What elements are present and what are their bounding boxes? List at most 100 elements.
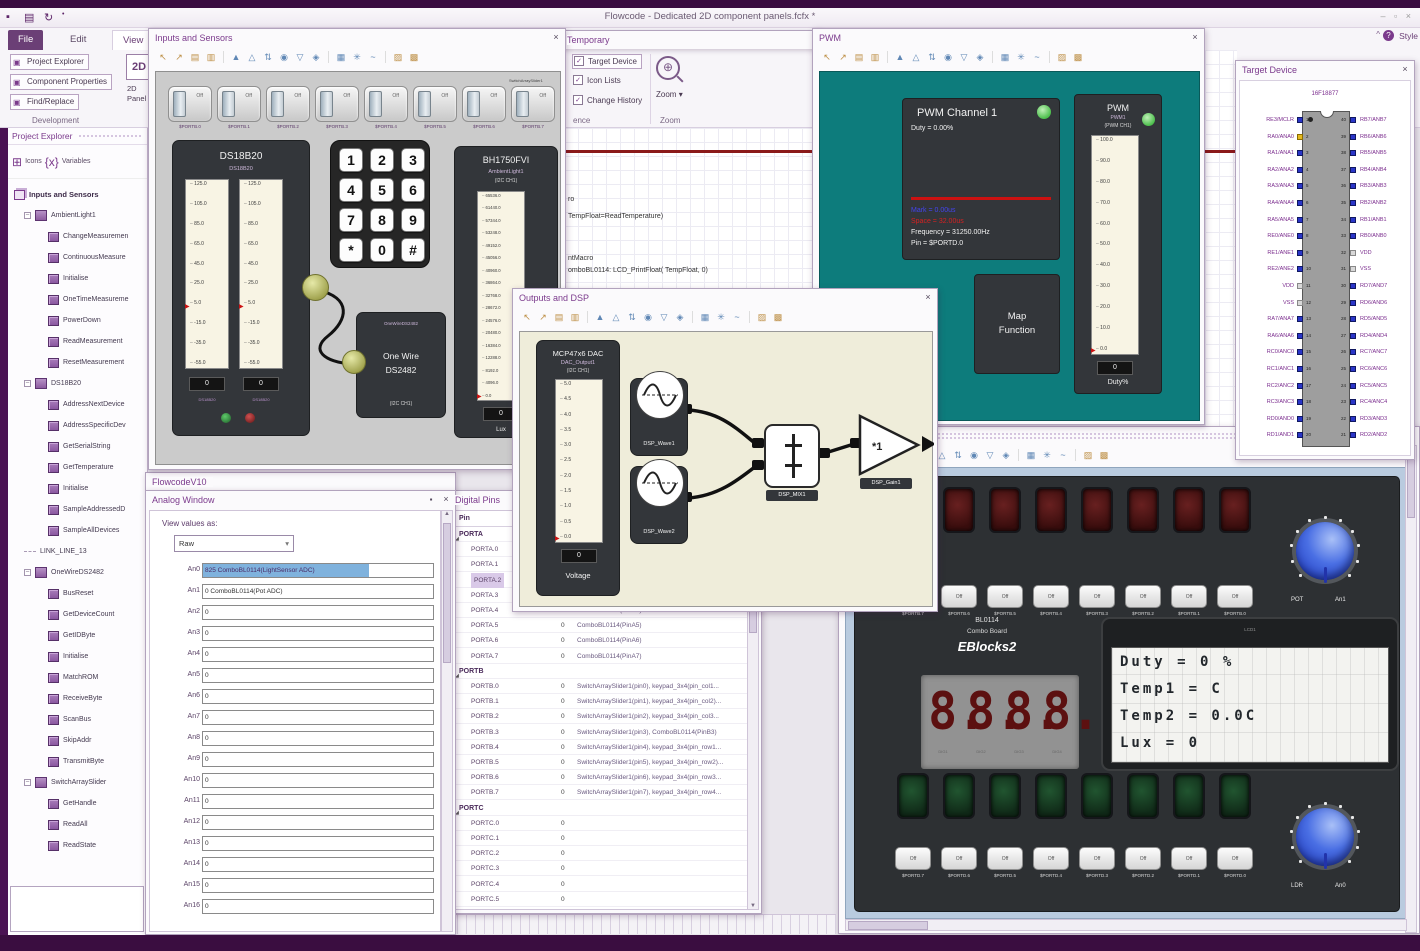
minimize-icon[interactable]: ▪: [425, 494, 437, 506]
digital-row-PORTB.4[interactable]: PORTB.4 0 SwitchArraySlider1(pin4), keypad…: [453, 740, 747, 755]
toolbar-▲-icon[interactable]: ▲: [594, 311, 606, 323]
help-icon[interactable]: ?: [1383, 30, 1394, 41]
toolbar-▲-icon[interactable]: ▲: [230, 51, 242, 63]
digital-row-PORTB.2[interactable]: PORTB.2 0 SwitchArraySlider1(pin2), keypad…: [453, 709, 747, 725]
tab-edit[interactable]: Edit: [60, 30, 96, 50]
pot-knob[interactable]: POT An1: [1283, 509, 1367, 603]
toolbar-▤-icon[interactable]: ▤: [853, 51, 865, 63]
pin-40[interactable]: 40 RB7/ANB7: [1240, 115, 1412, 127]
tree-item-sampleaddressedd[interactable]: SampleAddressedD: [8, 499, 148, 520]
temporary-window-title[interactable]: Temporary: [560, 30, 822, 49]
pwm-gauge-component[interactable]: PWM PWM1 (PWM CH1) 100.090.080.070.060.0…: [1074, 94, 1162, 394]
tree-item-matchrom[interactable]: MatchROM: [8, 667, 148, 688]
digital-row-PORTC.0[interactable]: PORTC.0 0: [453, 816, 747, 831]
dac-gauge[interactable]: 5.04.54.03.53.02.52.01.51.00.50.0▶: [555, 379, 603, 543]
analog-value-field[interactable]: 0: [202, 836, 434, 851]
ldr-knob[interactable]: LDR An0: [1283, 795, 1367, 889]
analog-value-field[interactable]: 0: [202, 731, 434, 746]
tree-item-onetimemeasureme[interactable]: OneTimeMeasureme: [8, 289, 148, 310]
analog-value-field[interactable]: 0: [202, 794, 434, 809]
board-button-$PORTD.0[interactable]: Off: [1217, 847, 1253, 870]
toolbar-▽-icon[interactable]: ▽: [984, 449, 996, 461]
pin-31[interactable]: 31 VSS: [1240, 264, 1412, 276]
analog-value-field[interactable]: 0: [202, 647, 434, 662]
toolbar-▦-icon[interactable]: ▦: [335, 51, 347, 63]
toolbar-▥-icon[interactable]: ▥: [869, 51, 881, 63]
toolbar-~-icon[interactable]: ~: [1057, 449, 1069, 461]
toolbar-⇅-icon[interactable]: ⇅: [926, 51, 938, 63]
pin-33[interactable]: 33 RB0/ANB0: [1240, 231, 1412, 243]
digital-row-PORTC.1[interactable]: PORTC.1 0: [453, 831, 747, 846]
analog-value-field[interactable]: 0: [202, 605, 434, 620]
analog-value-field[interactable]: 0: [202, 878, 434, 893]
tree-item-busreset[interactable]: BusReset: [8, 583, 148, 604]
port-switch-$PORTB.2[interactable]: Off: [266, 86, 310, 122]
toolbar-▩-icon[interactable]: ▩: [772, 311, 784, 323]
board-button-$PORTD.2[interactable]: Off: [1125, 847, 1161, 870]
dsp-mix-component[interactable]: [764, 424, 820, 488]
analog-value-field[interactable]: 0: [202, 710, 434, 725]
ribbon-toggle-change-history[interactable]: ✓ Change History: [572, 94, 642, 109]
toolbar-⇅-icon[interactable]: ⇅: [262, 51, 274, 63]
ds18b20-gauge-2[interactable]: 125.0 105.0 85.0 65.0 45.0 25.0 5.0 -15.0 -35.0 -…: [239, 179, 283, 369]
keypad-key-9[interactable]: 9: [401, 208, 425, 232]
tree-item-resetmeasurement[interactable]: ResetMeasurement: [8, 352, 148, 373]
toolbar-↗-icon[interactable]: ↗: [537, 311, 549, 323]
flowcode-sim-window-title[interactable]: FlowcodeV10: [145, 472, 456, 491]
board-button-$PORTB.2[interactable]: Off: [1125, 585, 1161, 608]
digital-row-PORTB.3[interactable]: PORTB.3 0 SwitchArraySlider1(pin3), ComboB…: [453, 725, 747, 740]
pin-26[interactable]: 26 RC7/ANC7: [1240, 347, 1412, 359]
pin-35[interactable]: 35 RB2/ANB2: [1240, 198, 1412, 210]
connector-ball-1[interactable]: [302, 274, 329, 301]
toolbar-↖-icon[interactable]: ↖: [521, 311, 533, 323]
tree-item-initialise[interactable]: Initialise: [8, 646, 148, 667]
digital-row-PORTB.0[interactable]: PORTB.0 0 SwitchArraySlider1(pin0), keypad…: [453, 679, 747, 694]
toolbar-✳-icon[interactable]: ✳: [715, 311, 727, 323]
tree-item-continuousmeasure[interactable]: ContinuousMeasure: [8, 247, 148, 268]
toolbar-▦-icon[interactable]: ▦: [1025, 449, 1037, 461]
toolbar-⇅-icon[interactable]: ⇅: [952, 449, 964, 461]
board-button-$PORTB.6[interactable]: Off: [941, 585, 977, 608]
keypad-key-8[interactable]: 8: [370, 208, 394, 232]
pin-30[interactable]: 30 RD7/AND7: [1240, 281, 1412, 293]
port-switch-$PORTB.1[interactable]: Off: [217, 86, 261, 122]
toolbar-✳-icon[interactable]: ✳: [351, 51, 363, 63]
tree-item-getidbyte[interactable]: GetIDByte: [8, 625, 148, 646]
tree-item-link_line_13[interactable]: LINK_LINE_13: [8, 541, 148, 562]
pin-27[interactable]: 27 RD4/AND4: [1240, 331, 1412, 343]
analog-value-field[interactable]: 0: [202, 626, 434, 641]
toolbar-◈-icon[interactable]: ◈: [674, 311, 686, 323]
pin-29[interactable]: 29 RD6/AND6: [1240, 298, 1412, 310]
toolbar-↗-icon[interactable]: ↗: [837, 51, 849, 63]
analog-value-field[interactable]: 0: [202, 773, 434, 788]
pwm-gauge[interactable]: 100.0 90.0 80.0 70.0 60.0 50.0 40.0 30.0 20.0 10.…: [1091, 135, 1139, 355]
ribbon-component-properties[interactable]: ▣ Component Properties: [10, 74, 113, 90]
analog-value-field[interactable]: 0 ComboBL0114(Pot ADC): [202, 584, 434, 599]
dsp-wave2-component[interactable]: DSP_Wave2: [630, 459, 688, 544]
toolbar-▦-icon[interactable]: ▦: [999, 51, 1011, 63]
analog-window-title[interactable]: Analog Window ▪ ×: [146, 491, 455, 509]
ribbon-collapse-icon[interactable]: ^: [1376, 30, 1380, 39]
toolbar-△-icon[interactable]: △: [910, 51, 922, 63]
pin-32[interactable]: 32 VDD: [1240, 248, 1412, 260]
digital-row-PORTA.6[interactable]: PORTA.6 0 ComboBL0114(PinA6): [453, 633, 747, 649]
tree-item-samplealldevices[interactable]: SampleAllDevices: [8, 520, 148, 541]
digital-row-PORTC[interactable]: ◢ PORTC: [453, 801, 747, 816]
board-button-$PORTD.5[interactable]: Off: [987, 847, 1023, 870]
pin-25[interactable]: 25 RC6/ANC6: [1240, 364, 1412, 376]
analog-value-field[interactable]: 825 ComboBL0114(LightSensor ADC): [202, 563, 434, 578]
board-button-$PORTD.6[interactable]: Off: [941, 847, 977, 870]
port-switch-$PORTB.5[interactable]: Off: [413, 86, 457, 122]
tree-item-readstate[interactable]: ReadState: [8, 835, 148, 856]
board-button-$PORTB.3[interactable]: Off: [1079, 585, 1115, 608]
board-vscrollbar[interactable]: ▲: [1405, 445, 1417, 933]
explorer-toolbar[interactable]: ⊞ Icons {x} Variables: [8, 145, 147, 179]
board-button-$PORTB.0[interactable]: Off: [1217, 585, 1253, 608]
target-device-title[interactable]: Target Device ×: [1236, 61, 1414, 79]
tree-item-scanbus[interactable]: ScanBus: [8, 709, 148, 730]
tree-item-changemeasuremen[interactable]: ChangeMeasuremen: [8, 226, 148, 247]
digital-row-PORTC.5[interactable]: PORTC.5 0: [453, 892, 747, 907]
toolbar-✳-icon[interactable]: ✳: [1041, 449, 1053, 461]
toolbar-▥-icon[interactable]: ▥: [569, 311, 581, 323]
ribbon-project-explorer[interactable]: ▣ Project Explorer: [10, 54, 89, 70]
